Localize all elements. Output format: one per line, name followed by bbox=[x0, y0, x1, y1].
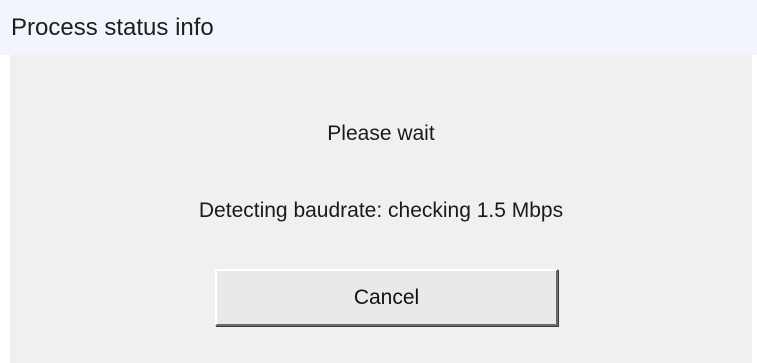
process-status-dialog: Process status info Please wait Detectin… bbox=[0, 0, 757, 363]
title-bar[interactable]: Process status info bbox=[0, 0, 757, 55]
cancel-button[interactable]: Cancel bbox=[215, 269, 558, 326]
dialog-body: Please wait Detecting baudrate: checking… bbox=[10, 55, 752, 363]
dialog-title: Process status info bbox=[11, 14, 214, 41]
status-message: Detecting baudrate: checking 1.5 Mbps bbox=[198, 199, 564, 222]
wait-message: Please wait bbox=[327, 122, 435, 145]
